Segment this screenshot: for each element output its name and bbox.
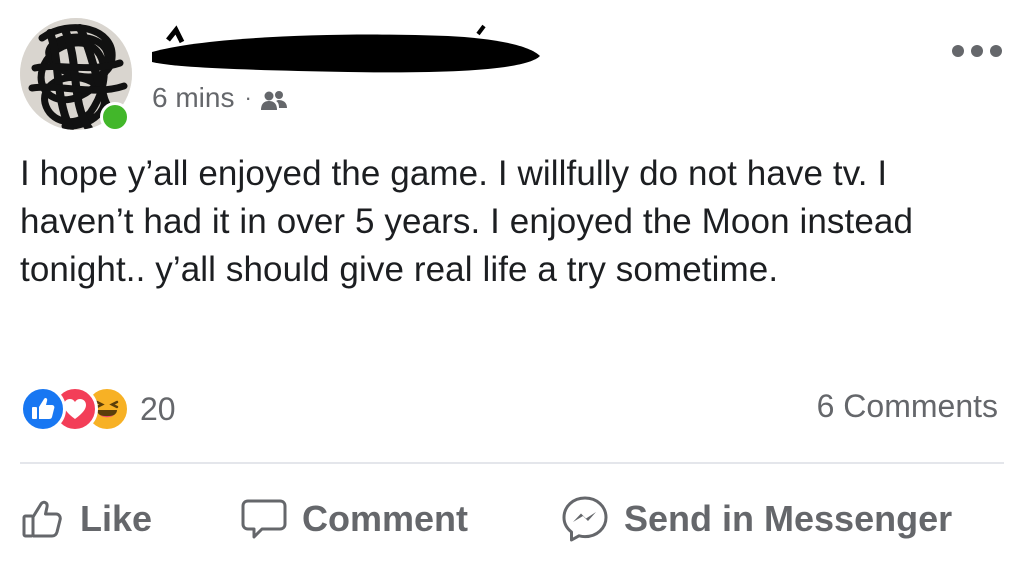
like-reaction-icon — [20, 386, 66, 432]
comments-count-link[interactable]: 6 Comments — [817, 388, 998, 425]
friends-icon[interactable] — [260, 87, 288, 110]
send-in-messenger-label: Send in Messenger — [624, 498, 953, 539]
comment-button[interactable]: Comment — [240, 488, 468, 550]
post-text: I hope y’all enjoyed the game. I willful… — [20, 154, 914, 289]
messenger-icon — [562, 496, 608, 542]
post-timestamp[interactable]: 6 mins — [152, 82, 234, 114]
post-meta: 6 mins · — [152, 80, 288, 116]
like-button[interactable]: Like — [20, 488, 152, 550]
thumbs-up-icon — [22, 500, 62, 538]
reactions-summary[interactable]: 20 — [20, 386, 176, 432]
meta-separator: · — [244, 85, 252, 110]
more-options-icon[interactable] — [950, 38, 1004, 64]
facebook-post: 6 mins · I hope y’all enjoyed the game. … — [0, 0, 1024, 562]
online-status-dot — [100, 102, 130, 132]
action-bar-divider — [20, 462, 1004, 464]
send-in-messenger-button[interactable]: Send in Messenger — [560, 488, 952, 550]
comment-button-label: Comment — [302, 498, 469, 539]
comment-bubble-icon — [241, 499, 287, 539]
like-button-label: Like — [80, 498, 153, 539]
action-bar: Like Comment Send in Messenger — [0, 488, 1024, 550]
reaction-count: 20 — [140, 390, 176, 427]
author-name-redacted[interactable] — [148, 22, 548, 82]
